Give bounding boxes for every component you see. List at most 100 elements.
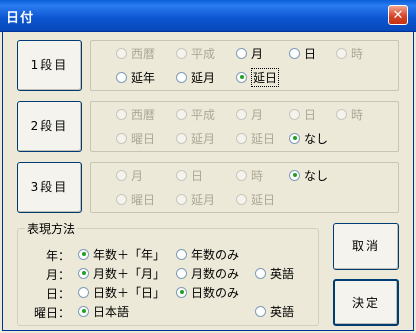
radio-icon [116,108,127,120]
row2-option-day[interactable]: 日 [289,106,316,122]
weekday-option-english[interactable]: 英語 [255,303,294,319]
radio-selected-icon [78,267,89,279]
day-option-number-only[interactable]: 日数のみ [176,284,239,300]
row1-button[interactable]: 1段目 [17,40,82,91]
option-label: 年数のみ [191,247,240,262]
row3-option-weekday[interactable]: 曜日 [116,191,155,207]
radio-selected-icon [176,286,187,298]
option-label: 延年 [131,70,156,85]
option-label: 平成 [191,46,216,61]
month-option-english[interactable]: 英語 [255,265,294,281]
row1-option-heisei[interactable]: 平成 [176,45,215,61]
title-bar[interactable]: 日付 ✕ [0,0,416,32]
radio-icon [255,267,266,279]
option-label: 平成 [191,107,216,122]
close-button[interactable]: ✕ [388,5,408,25]
row2-option-engetsu[interactable]: 延月 [176,130,215,146]
option-label: 日数のみ [191,285,240,300]
radio-icon [116,47,127,59]
row2-option-seireki[interactable]: 西暦 [116,106,155,122]
row2-option-heisei[interactable]: 平成 [176,106,215,122]
radio-icon [176,169,187,181]
option-label: 月 [131,168,144,183]
day-option-with-suffix[interactable]: 日数＋「日」 [78,284,165,300]
row1-option-month[interactable]: 月 [236,45,263,61]
option-label: 延月 [191,192,216,207]
row1-button-label: 1段目 [30,58,69,72]
row3-option-hour[interactable]: 時 [236,167,263,183]
option-label: なし [304,131,329,146]
row1-option-enjitsu[interactable]: 延日 [236,67,280,87]
radio-selected-icon [289,132,300,144]
option-label: 月 [251,107,264,122]
row3-button[interactable]: 3段目 [17,162,82,213]
row1-option-ennen[interactable]: 延年 [116,69,155,85]
option-label: 月数＋「月」 [93,266,166,281]
row2-button-label: 2段目 [30,119,69,133]
row1-option-engetsu[interactable]: 延月 [176,69,215,85]
row3-option-engetsu[interactable]: 延月 [176,191,215,207]
row3-option-enjitsu[interactable]: 延日 [236,191,275,207]
radio-icon [176,71,187,83]
weekday-label: 曜日： [34,306,71,320]
year-option-number-only[interactable]: 年数のみ [176,246,239,262]
option-label: 時 [251,168,264,183]
weekday-option-japanese[interactable]: 日本語 [78,303,129,319]
format-legend: 表現方法 [25,220,78,237]
option-label: 日数＋「日」 [93,285,166,300]
option-label: 日 [304,46,317,61]
option-label: 日 [304,107,317,122]
row1-option-day[interactable]: 日 [289,45,316,61]
close-icon: ✕ [392,8,404,23]
row3-option-none[interactable]: なし [289,167,328,183]
radio-selected-icon [236,71,247,83]
option-label: 月数のみ [191,266,240,281]
option-label: 延月 [191,131,216,146]
option-label: 延月 [191,70,216,85]
month-option-with-suffix[interactable]: 月数＋「月」 [78,265,165,281]
radio-icon [336,108,347,120]
row2-option-month[interactable]: 月 [236,106,263,122]
option-label: 英語 [270,266,295,281]
row2-option-enjitsu[interactable]: 延日 [236,130,275,146]
row2-button[interactable]: 2段目 [17,101,82,152]
ok-button[interactable]: 決定 [333,279,399,326]
row2-option-weekday[interactable]: 曜日 [116,130,155,146]
option-label: 曜日 [131,192,156,207]
row3-options-group: 月 日 時 なし 曜日 延月 延日 [90,162,399,213]
option-label: 延日 [251,67,280,87]
radio-icon [236,132,247,144]
radio-icon [116,169,127,181]
row3-option-month[interactable]: 月 [116,167,143,183]
year-option-with-suffix[interactable]: 年数＋「年」 [78,246,165,262]
cancel-button-label: 取消 [351,239,380,253]
year-label: 年： [46,249,71,263]
radio-icon [176,47,187,59]
row2-option-none[interactable]: なし [289,130,328,146]
radio-icon [336,47,347,59]
radio-selected-icon [78,248,89,260]
ok-button-label: 決定 [351,296,380,310]
radio-icon [176,193,187,205]
radio-icon [176,267,187,279]
row1-options-group: 西暦 平成 月 日 時 延年 延月 延日 [90,40,399,91]
option-label: 延日 [251,192,276,207]
radio-icon [176,132,187,144]
row2-option-hour[interactable]: 時 [336,106,363,122]
window-title: 日付 [6,11,35,26]
row3-option-day[interactable]: 日 [176,167,203,183]
option-label: 英語 [270,304,295,319]
row1-option-hour[interactable]: 時 [336,45,363,61]
radio-icon [289,108,300,120]
row1-option-seireki[interactable]: 西暦 [116,45,155,61]
radio-icon [78,286,89,298]
option-label: 日 [191,168,204,183]
radio-icon [255,305,266,317]
radio-icon [236,47,247,59]
radio-selected-icon [289,169,300,181]
radio-icon [116,71,127,83]
option-label: 時 [351,107,364,122]
cancel-button[interactable]: 取消 [333,223,399,270]
month-option-number-only[interactable]: 月数のみ [176,265,239,281]
option-label: 年数＋「年」 [93,247,166,262]
